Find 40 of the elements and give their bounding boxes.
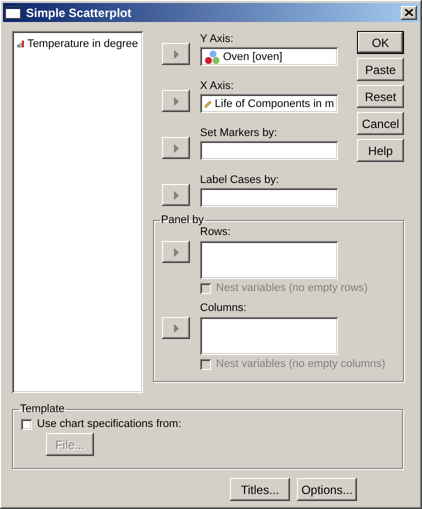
move-button[interactable] [162, 317, 190, 339]
arrow-icon [174, 144, 178, 152]
dialog-button[interactable]: Paste [357, 58, 404, 81]
group-title: Template [19, 403, 66, 415]
window-title: Simple Scatterplot [26, 6, 132, 20]
move-button[interactable] [162, 184, 190, 206]
dialog-button[interactable]: Titles... [230, 478, 290, 501]
input-field[interactable]: Life of Components in m [200, 94, 338, 113]
arrow-icon [174, 324, 178, 332]
dialog-button[interactable]: OK [357, 31, 404, 54]
move-button[interactable] [162, 137, 190, 159]
template-checkbox[interactable]: Use chart specifications from: [21, 418, 394, 430]
arrow-icon [174, 248, 178, 256]
field-label: Label Cases by: [200, 174, 280, 186]
field-label: X Axis: [200, 80, 235, 92]
move-button[interactable] [162, 43, 190, 65]
dialog-button[interactable]: Help [357, 139, 404, 162]
input-field[interactable] [200, 141, 338, 160]
close-button[interactable] [401, 6, 417, 20]
input-field[interactable]: Oven [oven] [200, 47, 338, 66]
arrow-icon [174, 96, 178, 106]
variable-item[interactable]: Temperature in degree [16, 35, 139, 53]
input-field[interactable] [200, 188, 338, 207]
field-label: Rows: [200, 226, 232, 238]
group-title: Panel by [160, 214, 205, 226]
arrow-icon [174, 50, 178, 58]
window-icon [5, 6, 21, 19]
dialog-button[interactable]: Reset [357, 85, 404, 108]
field-label: Columns: [200, 302, 248, 314]
field-label: Set Markers by: [200, 127, 278, 139]
input-field[interactable] [200, 317, 338, 355]
arrow-icon [174, 190, 178, 200]
input-field[interactable] [200, 241, 338, 279]
field-label: Y Axis: [200, 33, 234, 45]
move-button[interactable] [162, 90, 190, 112]
dialog-button[interactable]: Options... [297, 478, 357, 501]
move-button[interactable] [162, 241, 190, 263]
close-icon [405, 9, 413, 16]
dialog-button[interactable]: Cancel [357, 112, 404, 135]
circles-icon [204, 48, 220, 64]
